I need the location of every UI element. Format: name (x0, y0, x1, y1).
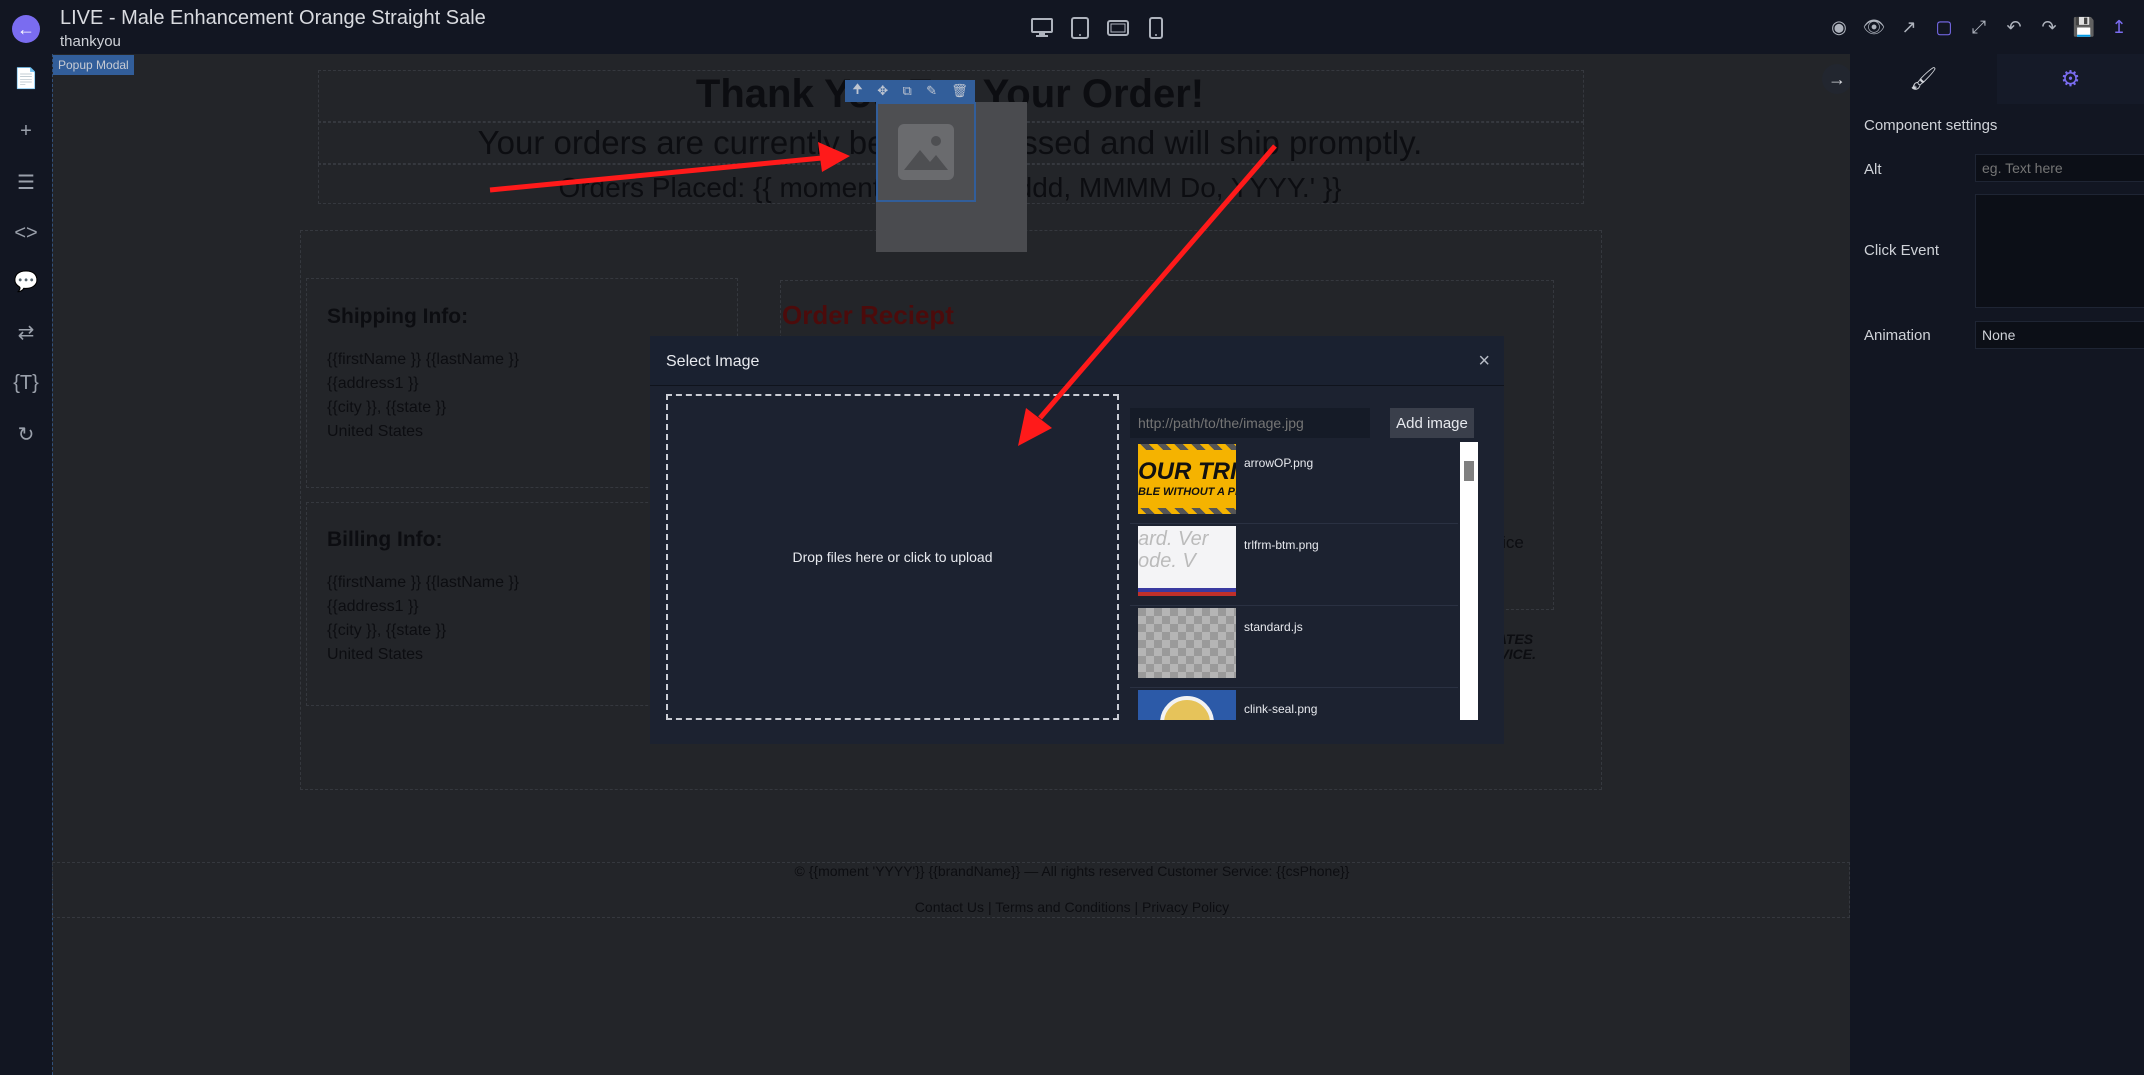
undo-icon[interactable]: ↶ (2003, 16, 2025, 38)
desktop-icon[interactable] (1030, 16, 1054, 40)
asset-thumbnail (1138, 608, 1236, 678)
funnel-title: LIVE - Male Enhancement Orange Straight … (60, 7, 486, 29)
delete-icon[interactable]: 🗑 (951, 83, 968, 99)
layers-icon[interactable]: ☰ (12, 168, 40, 196)
upload-dropzone[interactable]: Drop files here or click to upload (666, 394, 1119, 720)
close-icon[interactable]: × (1478, 350, 1490, 373)
footer-links: Contact Us | Terms and Conditions | Priv… (0, 899, 2144, 915)
tab-component-settings[interactable]: ⚙ (1997, 54, 2144, 104)
top-bar: ← LIVE - Male Enhancement Orange Straigh… (0, 0, 2144, 54)
comments-icon[interactable]: 💬 (12, 267, 40, 295)
order-receipt-title: Order Reciept (782, 300, 954, 330)
animation-label: Animation (1864, 327, 1931, 344)
add-image-button[interactable]: Add image (1390, 408, 1474, 438)
clone-icon[interactable]: ⧉ (902, 83, 911, 99)
asset-thumbnail: OUR TRIA BLE WITHOUT A PR (1138, 444, 1236, 514)
billing-line: United States (327, 646, 424, 663)
variables-icon[interactable]: {T} (12, 369, 40, 397)
asset-name: standard.js (1244, 620, 1303, 634)
redo-icon[interactable]: ↷ (2038, 16, 2060, 38)
panel-tabs: 🖌 ⚙ (1850, 54, 2144, 104)
image-icon (898, 124, 954, 180)
component-outline-icon[interactable]: ▢ (1933, 16, 1955, 38)
asset-name: arrowOP.png (1244, 456, 1314, 470)
billing-line: {{address1 }} (327, 598, 419, 615)
collapse-panel-button[interactable]: → (1822, 64, 1852, 94)
alt-input[interactable] (1975, 154, 2144, 182)
history-icon[interactable]: ↻ (12, 420, 40, 448)
privacy-link[interactable]: Privacy Policy (1142, 899, 1229, 915)
contact-us-link[interactable]: Contact Us (915, 899, 984, 915)
footer-separator: | (1134, 899, 1139, 915)
code-icon[interactable]: <> (12, 219, 40, 247)
popup-modal-tag: Popup Modal (53, 55, 134, 75)
gear-icon: ⚙ (2060, 66, 2081, 91)
page-name: thankyou (60, 33, 121, 50)
list-item[interactable]: standard.js (1130, 606, 1458, 688)
asset-list: OUR TRIA BLE WITHOUT A PR arrowOP.png ar… (1130, 442, 1458, 720)
publish-icon[interactable]: ↥ (2108, 16, 2130, 38)
list-item[interactable]: ard. Ver ode. V trlfrm-btm.png (1130, 524, 1458, 606)
back-button[interactable]: ← (12, 15, 40, 43)
asset-name: trlfrm-btm.png (1244, 538, 1319, 552)
eye-icon[interactable]: 👁 (1863, 16, 1886, 38)
asset-thumbnail: ard. Ver ode. V (1138, 526, 1236, 596)
arrow-right-icon: → (1828, 68, 1846, 89)
animation-select[interactable]: None (1975, 321, 2144, 349)
component-settings-heading: Component settings (1864, 117, 1998, 134)
mobile-icon[interactable] (1144, 16, 1168, 40)
footer-separator: | (987, 899, 992, 915)
edit-icon[interactable]: ✎ (926, 83, 937, 99)
scrollbar-thumb[interactable] (1464, 461, 1474, 481)
fullscreen-icon[interactable]: ⤢ (1968, 16, 1990, 38)
click-event-label: Click Event (1864, 242, 1940, 259)
brush-icon: 🖌 (1909, 66, 1938, 91)
billing-line: {{firstName }} {{lastName }} (327, 574, 520, 591)
click-event-input[interactable] (1975, 194, 2144, 308)
shipping-title: Shipping Info: (327, 305, 469, 328)
pages-icon[interactable]: 📄 (12, 64, 40, 92)
shipping-line: {{city }}, {{state }} (327, 399, 447, 416)
billing-title: Billing Info: (327, 528, 443, 551)
image-url-input[interactable] (1130, 408, 1370, 438)
asset-list-scrollbar[interactable] (1460, 442, 1478, 720)
device-switcher (1030, 16, 1168, 40)
shipping-line: {{address1 }} (327, 375, 419, 392)
add-block-icon[interactable]: + (12, 117, 40, 145)
shipping-line: {{firstName }} {{lastName }} (327, 351, 520, 368)
save-icon[interactable]: 💾 (2073, 16, 2095, 38)
tablet-landscape-icon[interactable] (1106, 16, 1130, 40)
alt-label: Alt (1864, 161, 1882, 178)
asset-name: clink-seal.png (1244, 702, 1318, 716)
asset-thumbnail (1138, 690, 1236, 720)
terms-link[interactable]: Terms and Conditions (995, 899, 1130, 915)
left-sidebar: 📄 + ☰ <> 💬 ⇄ {T} ↻ (0, 54, 52, 1075)
arrow-left-icon: ← (17, 18, 35, 39)
move-icon[interactable]: ✥ (877, 83, 888, 99)
select-image-modal: Select Image × Drop files here or click … (650, 336, 1504, 744)
shuffle-icon[interactable]: ⇄ (12, 318, 40, 346)
modal-title: Select Image (666, 353, 760, 370)
dropzone-text: Drop files here or click to upload (792, 549, 993, 565)
modal-header: Select Image × (650, 336, 1504, 386)
editor-tools: ◉ 👁 ↗ ▢ ⤢ ↶ ↷ 💾 ↥ (1828, 16, 2130, 38)
shipping-line: United States (327, 423, 424, 440)
footer-copyright: © {{moment 'YYYY'}} {{brandName}} — All … (794, 863, 1350, 879)
billing-line: {{city }}, {{state }} (327, 622, 447, 639)
right-panel: 🖌 ⚙ Component settings Alt Click Event A… (1850, 54, 2144, 1075)
list-item[interactable]: OUR TRIA BLE WITHOUT A PR arrowOP.png (1130, 442, 1458, 524)
component-toolbar: 🠉 ✥ ⧉ ✎ 🗑 (845, 80, 975, 102)
external-link-icon[interactable]: ↗ (1898, 16, 1920, 38)
tablet-icon[interactable] (1068, 16, 1092, 40)
tab-style-manager[interactable]: 🖌 (1850, 54, 1997, 104)
select-parent-icon[interactable]: 🠉 (852, 80, 863, 102)
selected-image-component[interactable] (876, 102, 976, 202)
list-item[interactable]: clink-seal.png (1130, 688, 1458, 720)
target-icon[interactable]: ◉ (1828, 16, 1850, 38)
